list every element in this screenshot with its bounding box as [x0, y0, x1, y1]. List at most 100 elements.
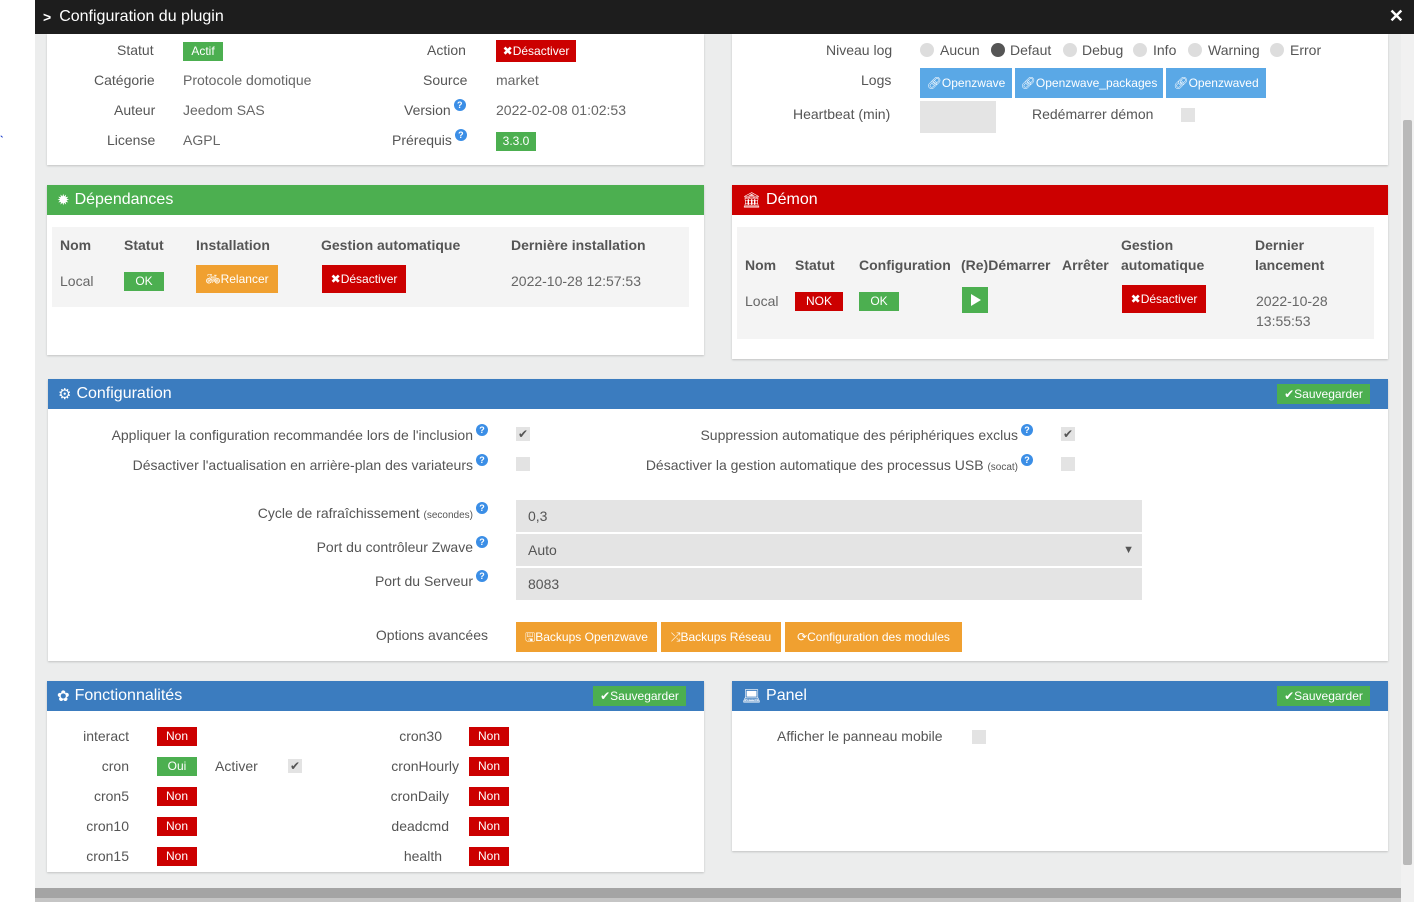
row-statut-badge: OK — [124, 272, 164, 291]
categorie-value: Protocole domotique — [183, 72, 312, 88]
col-nom: Nom — [60, 237, 92, 253]
backups-openzwave-button[interactable]: 🖫︎Backups Openzwave — [516, 622, 657, 652]
help-icon[interactable]: ? — [454, 129, 467, 141]
log-openzwave-packages-button[interactable]: 🔗︎Openzwave_packages — [1015, 68, 1163, 98]
radio-error[interactable] — [1270, 43, 1284, 57]
feature-health-label: health — [403, 848, 442, 864]
row-config-badge: OK — [859, 292, 899, 311]
feature-cron-label: cron — [101, 758, 129, 774]
restart-demon-checkbox[interactable] — [1181, 108, 1195, 122]
row-nom: Local — [60, 273, 94, 289]
paperclip-icon: 🔗︎ — [1020, 76, 1036, 90]
col-installation: Installation — [196, 237, 270, 253]
x-icon: ✖ — [330, 272, 341, 286]
dependances-header: ✹ Dépendances — [47, 185, 704, 215]
opt-recommandee-checkbox[interactable]: ✔ — [516, 427, 530, 441]
level-warning-label: Warning — [1208, 42, 1260, 58]
level-defaut-label: Defaut — [1010, 42, 1052, 58]
feature-cron5-badge: Non — [157, 787, 197, 806]
opt-suppression-checkbox[interactable]: ✔ — [1061, 427, 1075, 441]
help-icon[interactable]: ? — [476, 536, 488, 548]
paperclip-icon: 🔗︎ — [926, 76, 942, 90]
col-arreter: Arrêter — [1062, 257, 1109, 273]
panel-panel: 💻︎ Panel ✔Sauvegarder Afficher le panneau… — [732, 681, 1388, 851]
row-nom: Local — [745, 293, 779, 309]
close-icon[interactable]: ✕ — [1389, 6, 1404, 27]
opt-recommandee-label: Appliquer la configuration recommandée l… — [112, 424, 488, 443]
dependances-table: Nom Statut Installation Gestion automati… — [52, 227, 689, 307]
feature-interact-label: interact — [83, 728, 129, 744]
feature-cron30-badge: Non — [469, 727, 509, 746]
radio-defaut[interactable] — [991, 43, 1005, 57]
opt-arriere-plan-checkbox[interactable] — [516, 457, 530, 471]
shuffle-icon: ⤮ — [670, 630, 681, 644]
cycle-input[interactable]: 0,3 — [516, 500, 1142, 532]
cogs-icon: ⚙︎ — [58, 386, 72, 403]
title-bar: > Configuration du plugin ✕ — [35, 0, 1414, 34]
laptop-icon: 💻︎ — [742, 688, 762, 705]
puzzle-icon: ✿ — [57, 688, 70, 705]
log-openzwaved-button[interactable]: 🔗︎Openzwaved — [1166, 68, 1266, 98]
action-desactiver-button[interactable]: ✖Désactiver — [496, 40, 576, 62]
demon-desactiver-button[interactable]: ✖Désactiver — [1122, 285, 1206, 313]
heartbeat-input[interactable] — [920, 101, 996, 133]
help-icon[interactable]: ? — [476, 424, 488, 436]
dependances-panel: ✹ Dépendances Nom Statut Installation Ges… — [47, 185, 704, 355]
plugin-config-window: > Configuration du plugin ✕ ˎ Statut Act… — [0, 0, 1414, 902]
radio-warning[interactable] — [1188, 43, 1202, 57]
source-label: Source — [423, 72, 468, 88]
horizontal-scroll-thumb[interactable] — [35, 888, 1401, 898]
mobile-panel-checkbox[interactable] — [972, 730, 986, 744]
vertical-scroll-thumb[interactable] — [1403, 120, 1412, 865]
radio-debug[interactable] — [1063, 43, 1077, 57]
help-icon[interactable]: ? — [476, 454, 488, 466]
help-icon[interactable]: ? — [1021, 454, 1033, 466]
help-icon[interactable]: ? — [476, 502, 488, 514]
opt-usb-label: Désactiver la gestion automatique des pr… — [646, 454, 1033, 473]
fonct-save-button[interactable]: ✔Sauvegarder — [593, 686, 686, 706]
plugin-info-panel: Statut Actif Action ✖Désactiver Catégori… — [47, 34, 704, 165]
row-derniere: 2022-10-28 12:57:53 — [511, 273, 641, 289]
help-icon[interactable]: ? — [1021, 424, 1033, 436]
opt-usb-checkbox[interactable] — [1061, 457, 1075, 471]
help-icon[interactable]: ? — [453, 99, 466, 111]
feature-cron5-label: cron5 — [93, 788, 129, 804]
row-lancement-time: 13:55:53 — [1256, 313, 1311, 329]
config-save-button[interactable]: ✔Sauvegarder — [1277, 384, 1370, 404]
radio-aucun[interactable] — [920, 43, 934, 57]
radio-info[interactable] — [1133, 43, 1147, 57]
auteur-value: Jeedom SAS — [183, 102, 265, 118]
dep-desactiver-button[interactable]: ✖Désactiver — [322, 265, 406, 293]
port-controleur-select[interactable]: Auto ▼ — [516, 534, 1142, 566]
row-lancement-date: 2022-10-28 — [1256, 293, 1328, 309]
panel-save-button[interactable]: ✔Sauvegarder — [1277, 686, 1370, 706]
feature-cron15-label: cron15 — [86, 848, 129, 864]
demon-header: 🏛︎ Démon — [732, 185, 1388, 215]
opt-suppression-label: Suppression automatique des périphérique… — [700, 424, 1033, 443]
configuration-modules-button[interactable]: ⟳Configuration des modules — [785, 622, 962, 652]
demon-table: Nom Statut Configuration (Re)Démarrer Ar… — [737, 227, 1374, 339]
feature-interact-badge: Non — [157, 727, 197, 746]
feature-cron10-badge: Non — [157, 817, 197, 836]
prerequis-badge: 3.3.0 — [496, 132, 536, 151]
col-redemarrer: (Re)Démarrer — [961, 257, 1051, 273]
level-debug-label: Debug — [1082, 42, 1124, 58]
play-icon[interactable] — [962, 287, 988, 313]
check-circle-icon: ✔ — [1284, 689, 1295, 703]
relancer-button[interactable]: 🚲︎Relancer — [196, 265, 278, 293]
activer-label: Activer — [215, 758, 258, 774]
stray-mark: ˎ — [0, 124, 4, 138]
configuration-header: ⚙︎ Configuration — [48, 379, 1388, 409]
check-circle-icon: ✔ — [600, 689, 611, 703]
mobile-panel-label: Afficher le panneau mobile — [777, 728, 943, 744]
help-icon[interactable]: ? — [476, 570, 488, 582]
feature-health-badge: Non — [469, 847, 509, 866]
activer-checkbox[interactable]: ✔ — [288, 759, 302, 773]
feature-deadcmd-label: deadcmd — [391, 818, 449, 834]
row-statut-badge: NOK — [795, 292, 843, 311]
backups-reseau-button[interactable]: ⤮Backups Réseau — [661, 622, 781, 652]
log-openzwave-button[interactable]: 🔗︎Openzwave — [920, 68, 1012, 98]
col-automatique: automatique — [1121, 257, 1205, 273]
port-serveur-input[interactable]: 8083 — [516, 568, 1142, 600]
cycle-label: Cycle de rafraîchissement (secondes)? — [258, 502, 488, 521]
